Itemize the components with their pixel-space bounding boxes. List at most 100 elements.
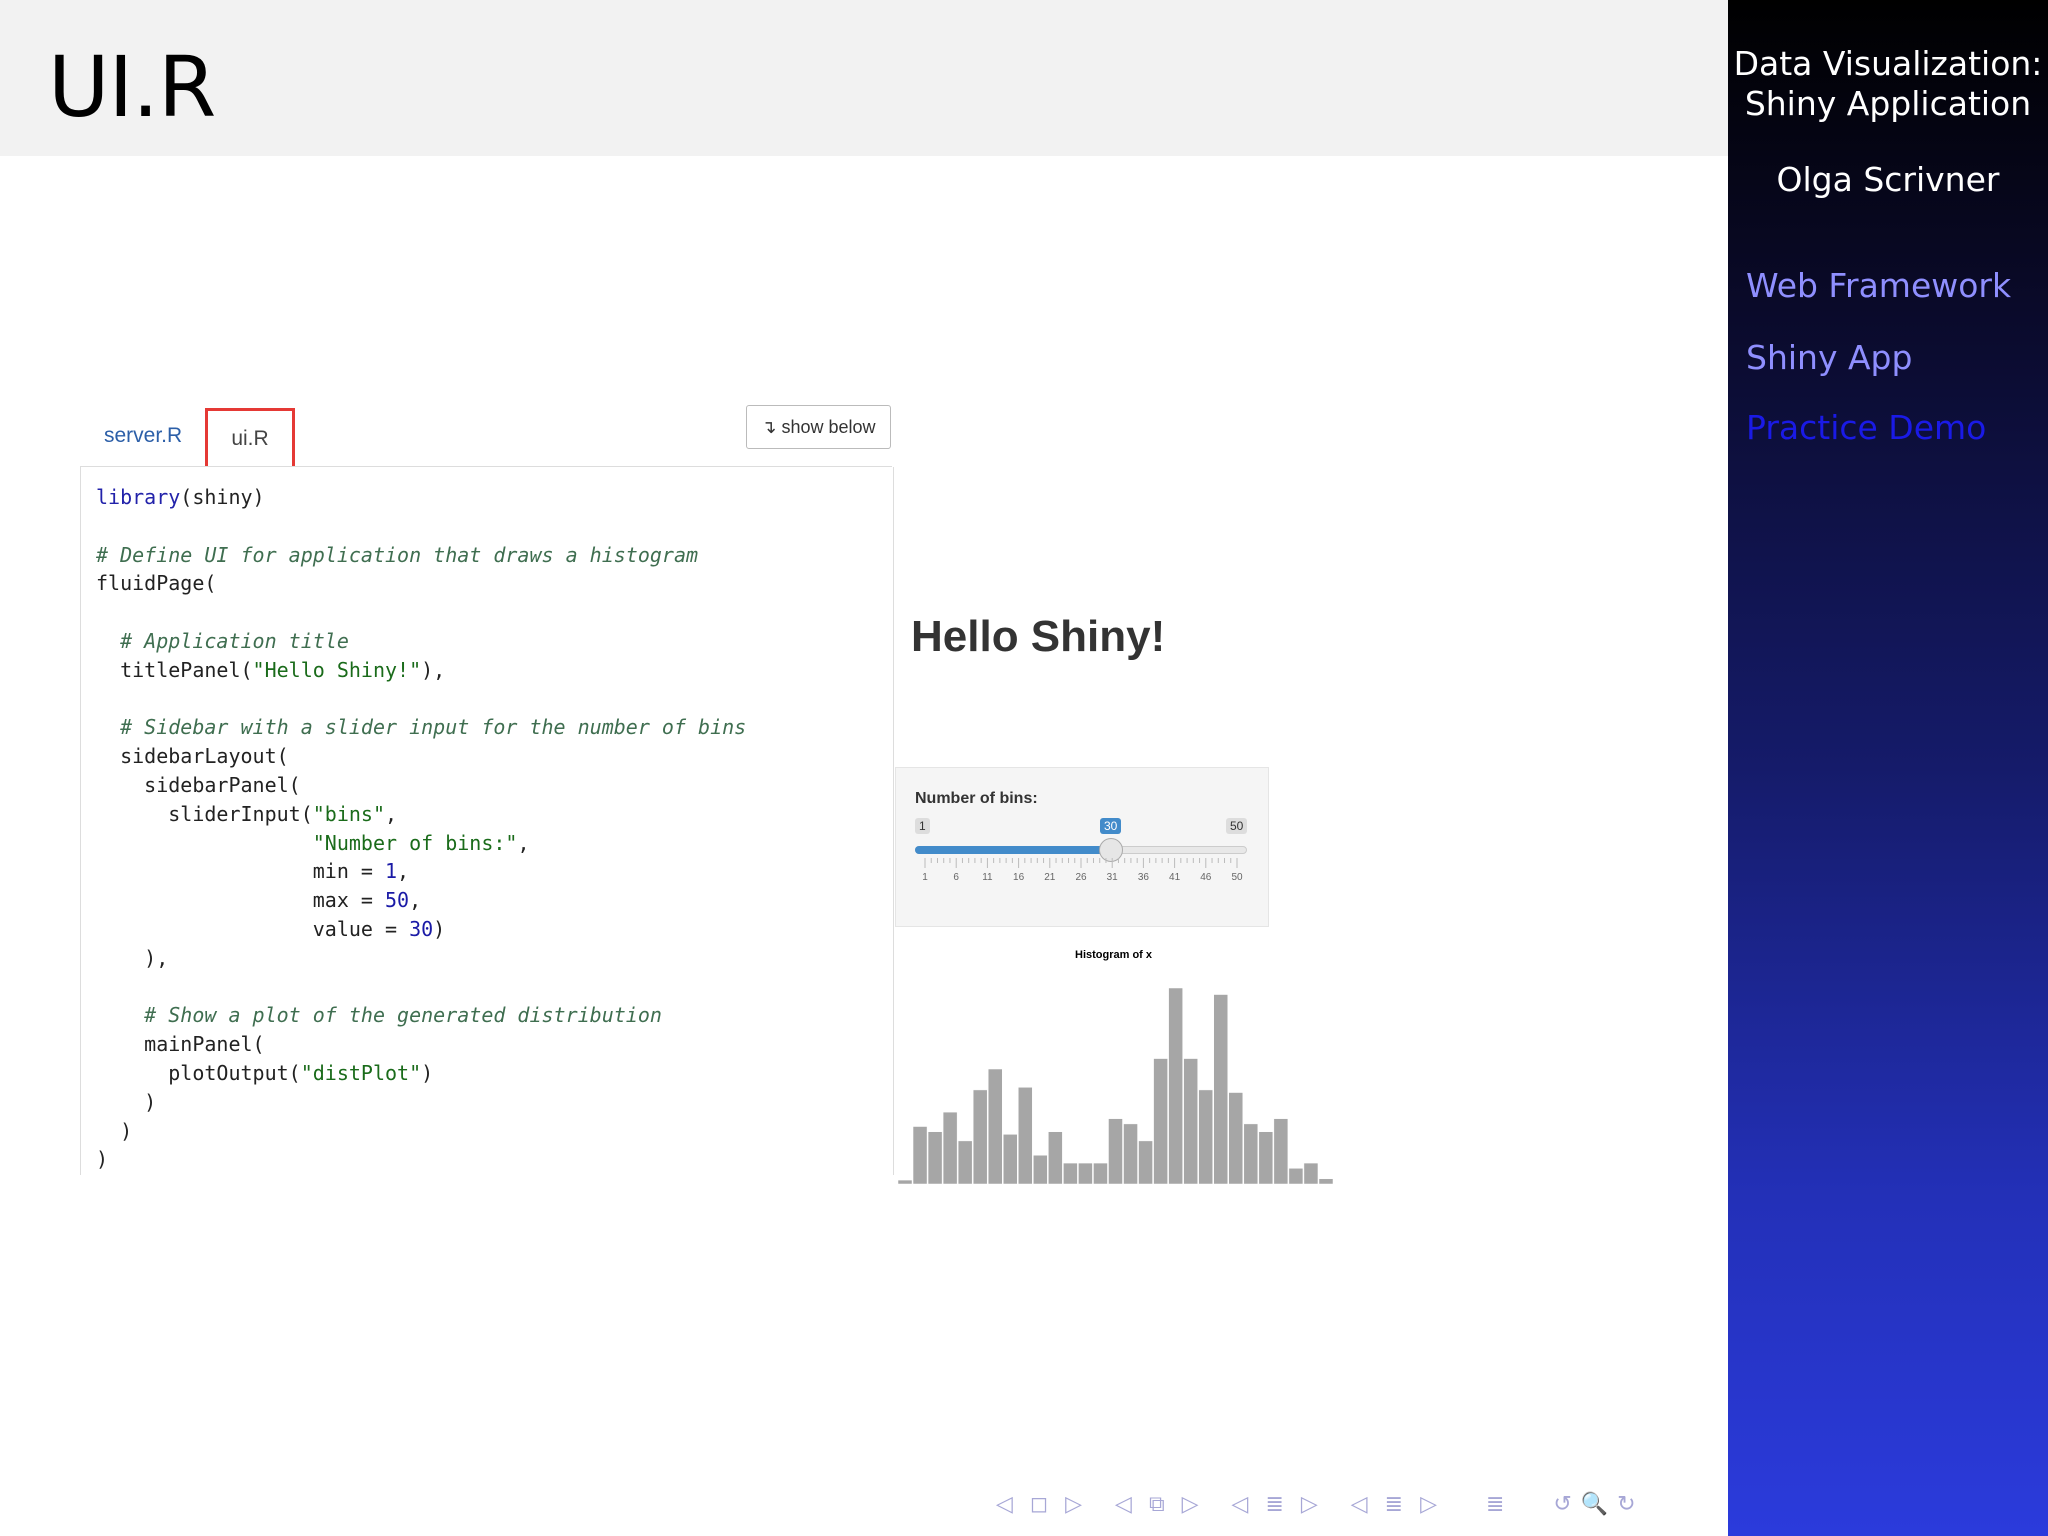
code-token: value = — [96, 916, 410, 941]
code-line: plotOutput("distPlot") — [96, 1061, 433, 1085]
beamer-navigation-icons[interactable]: ◁ ◻ ▷ ◁ ⧉ ▷ ◁ ≣ ▷ ◁ ≣ ▷ ≣ ↺ 🔍 ↻ — [996, 1492, 1637, 1517]
code-token: plotOutput( — [96, 1060, 301, 1085]
histogram-plot — [898, 987, 1334, 1184]
code-token: (shiny) — [180, 485, 265, 509]
histogram-bar — [1138, 1140, 1153, 1184]
presentation-title-line1: Data Visualization: — [1733, 44, 2043, 83]
slide-header: UI.R — [0, 0, 1728, 156]
histogram-bar — [927, 1131, 943, 1184]
code-line: # Sidebar with a slider input for the nu… — [96, 715, 746, 739]
code-token: "distPlot" — [300, 1060, 422, 1085]
code-line: # Define UI for application that draws a… — [96, 543, 698, 567]
histogram-bar — [942, 1111, 958, 1184]
app-title: Hello Shiny! — [911, 612, 1166, 661]
code-token: ), — [96, 945, 169, 970]
tab-ui-r[interactable]: ui.R — [205, 408, 295, 470]
nav-shiny-app[interactable]: Shiny App — [1746, 338, 1912, 377]
nav-web-framework[interactable]: Web Framework — [1746, 266, 2011, 305]
code-line: mainPanel( — [96, 1032, 264, 1056]
histogram-bar — [1288, 1168, 1304, 1184]
code-line: value = 30) — [96, 917, 445, 941]
code-token: ) — [421, 1060, 434, 1085]
code-token: 50 — [384, 888, 410, 913]
code-token: titlePanel( — [96, 657, 253, 682]
histogram-bar — [1018, 1087, 1033, 1184]
code-line: sidebarLayout( — [96, 744, 289, 768]
histogram-bar — [1168, 987, 1183, 1184]
histogram-bar — [1243, 1123, 1259, 1184]
code-token: sidebarPanel( — [96, 772, 301, 797]
histogram-bar — [1002, 1134, 1018, 1184]
histogram-bar — [1273, 1118, 1289, 1184]
code-line: ) — [96, 1119, 132, 1143]
histogram-bar — [898, 1179, 913, 1184]
slider-tick-label: 36 — [1137, 872, 1149, 883]
slider-tick-label: 16 — [1013, 872, 1025, 883]
code-token: min = — [96, 859, 385, 884]
slider-tick-label: 41 — [1169, 872, 1181, 883]
histogram-bar — [1303, 1162, 1319, 1184]
histogram-bar — [987, 1068, 1003, 1184]
slider-tick-label: 11 — [982, 872, 993, 883]
code-line: min = 1, — [96, 859, 409, 883]
code-token: fluidPage( — [96, 571, 217, 596]
code-line: ) — [96, 1090, 156, 1114]
code-line: library(shiny) — [96, 485, 265, 509]
histogram-bar — [1108, 1118, 1123, 1184]
presentation-title: Data Visualization: Shiny Application — [1728, 44, 2048, 124]
histogram-bar — [1183, 1058, 1198, 1184]
code-line: # Show a plot of the generated distribut… — [96, 1003, 662, 1027]
code-line: ), — [96, 946, 168, 970]
slider-min-tag: 1 — [915, 818, 930, 834]
code-token: sidebarLayout( — [96, 744, 289, 769]
code-token: "Number of bins:" — [312, 830, 518, 855]
histogram-bar — [1063, 1162, 1078, 1184]
histogram-bar — [972, 1089, 988, 1184]
code-block: library(shiny) # Define UI for applicati… — [96, 483, 746, 1174]
slider-tick-label: 46 — [1200, 872, 1212, 883]
code-token: ), — [421, 657, 446, 682]
histogram-bar — [1078, 1162, 1093, 1184]
slider-label: Number of bins: — [915, 790, 1038, 807]
tab-server-r[interactable]: server.R — [104, 424, 182, 448]
presentation-author: Olga Scrivner — [1776, 160, 2000, 199]
code-token: , — [409, 888, 422, 913]
code-line: # Application title — [96, 629, 349, 653]
code-token: sliderInput( — [96, 801, 313, 826]
histogram-bar — [1258, 1131, 1274, 1184]
nav-practice-demo[interactable]: Practice Demo — [1746, 408, 1986, 447]
histogram-bar — [1198, 1089, 1213, 1184]
histogram-bar — [912, 1126, 928, 1184]
histogram-bar — [1213, 994, 1229, 1184]
code-token: "Hello Shiny!" — [252, 657, 422, 682]
slider-tick-label: 31 — [1106, 872, 1118, 883]
slider-value-tag: 30 — [1100, 818, 1122, 834]
histogram-bar — [1318, 1178, 1334, 1184]
code-token: library — [96, 485, 181, 509]
code-token: , — [397, 859, 410, 884]
presentation-title-line2: Shiny Application — [1744, 84, 2032, 123]
slide-title: UI.R — [48, 38, 216, 136]
show-below-button[interactable]: ↴ show below — [746, 405, 891, 449]
code-token: max = — [96, 888, 385, 913]
code-token: ) — [96, 1089, 157, 1114]
histogram-bar — [1033, 1155, 1048, 1184]
code-line: max = 50, — [96, 888, 421, 912]
code-token: , — [517, 830, 530, 855]
beamer-sidebar: Data Visualization: Shiny Application Ol… — [1728, 0, 2048, 1536]
code-token: ) — [96, 1118, 133, 1143]
slider-tick-label: 6 — [953, 872, 959, 883]
code-line: ) — [96, 1147, 108, 1171]
slider-max-tag: 50 — [1226, 818, 1248, 834]
code-token: , — [385, 801, 398, 826]
histogram-bar — [1228, 1092, 1244, 1184]
slider-tick-label: 26 — [1075, 872, 1087, 883]
code-token: # Application title — [96, 628, 349, 653]
code-line: titlePanel("Hello Shiny!"), — [96, 658, 445, 682]
slider-tick-label: 21 — [1044, 872, 1056, 883]
histogram-bar — [1123, 1123, 1138, 1184]
code-token: # Show a plot of the generated distribut… — [96, 1003, 662, 1028]
histogram-bar — [1153, 1058, 1168, 1184]
slider-tick-label: 1 — [922, 872, 928, 883]
